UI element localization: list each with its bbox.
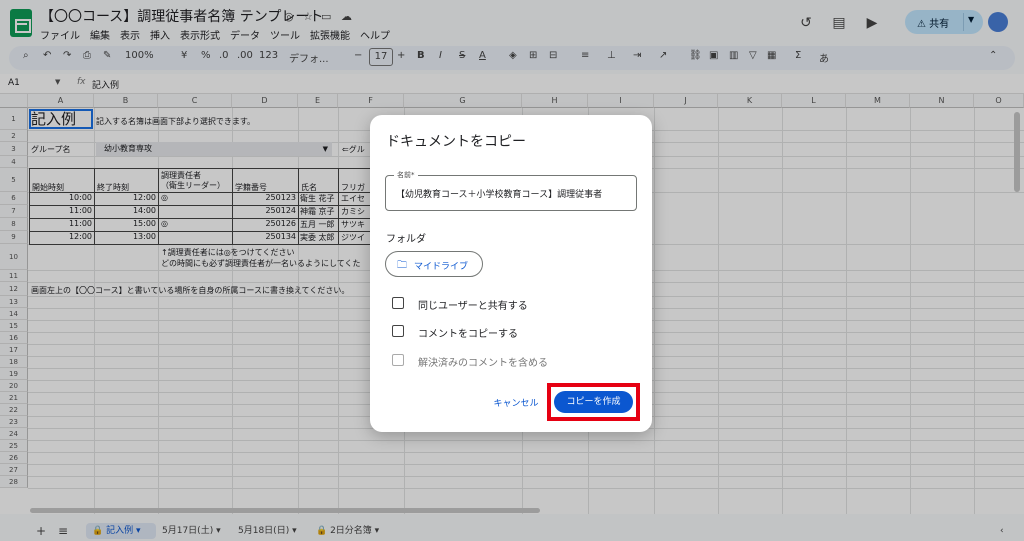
share-checkbox[interactable] (392, 297, 404, 309)
make-copy-button[interactable]: コピーを作成 (554, 391, 633, 413)
folder-icon: 🗀 (397, 260, 407, 271)
folder-button-label: マイドライブ (414, 262, 469, 272)
name-field[interactable]: 名前* 【幼児教育コース＋小学校教育コース】調理従事者 (385, 170, 637, 211)
copy-comments-checkbox[interactable] (392, 325, 404, 337)
folder-select-button[interactable]: 🗀 マイドライブ (385, 251, 483, 277)
name-field-value[interactable]: 【幼児教育コース＋小学校教育コース】調理従事者 (396, 187, 632, 200)
cancel-button[interactable]: キャンセル (488, 393, 544, 415)
name-field-label: 名前* (394, 170, 418, 180)
resolved-comments-checkbox (392, 354, 404, 366)
resolved-comments-label: 解決済みのコメントを含める (418, 358, 548, 369)
share-checkbox-label: 同じユーザーと共有する (418, 301, 528, 312)
copy-document-dialog: ドキュメントをコピー 名前* 【幼児教育コース＋小学校教育コース】調理従事者 フ… (370, 115, 652, 432)
copy-comments-label: コメントをコピーする (418, 329, 518, 340)
folder-heading: フォルダ (386, 234, 426, 245)
dialog-title: ドキュメントをコピー (386, 134, 526, 150)
